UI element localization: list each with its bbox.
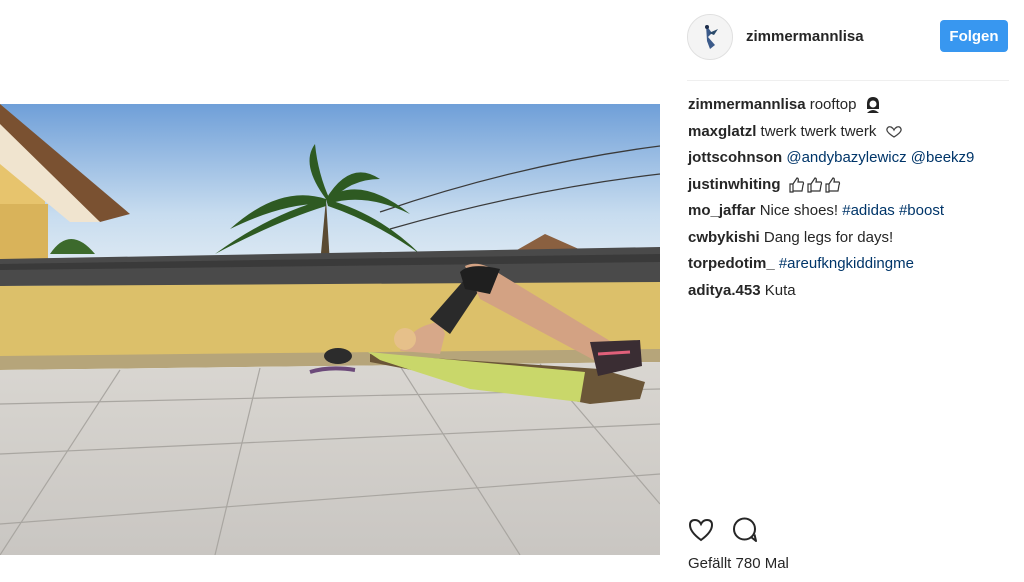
comment-username[interactable]: cwbykishi xyxy=(688,229,760,246)
post-side-panel: zimmermannlisa Folgen zimmermannlisa roo… xyxy=(660,0,1024,582)
comment-item: zimmermannlisa rooftop xyxy=(688,94,1008,121)
comment-text: twerk twerk twerk xyxy=(760,122,877,140)
comment-hashtag[interactable]: #adidas xyxy=(842,202,895,219)
avatar[interactable] xyxy=(687,14,733,60)
post-media-area xyxy=(0,0,660,582)
comment-text: Kuta xyxy=(764,281,796,299)
comment-item: maxglatzl twerk twerk twerk xyxy=(688,121,1008,148)
comment-item: jottscohnson @andybazylewicz @beekz9 xyxy=(688,147,1008,174)
comment-item: cwbykishi Dang legs for days! xyxy=(688,227,1008,254)
comment-item: aditya.453 Kuta xyxy=(688,280,1008,307)
heart-emoji-icon xyxy=(885,125,902,138)
comment-text: Dang legs for days! xyxy=(763,228,894,246)
comment-list: zimmermannlisa rooftop maxglatzl twerk t… xyxy=(688,94,1008,306)
post-username[interactable]: zimmermannlisa xyxy=(746,28,864,45)
comment-hashtag[interactable]: #boost xyxy=(899,202,944,219)
rooftop-yoga-photo xyxy=(0,104,660,555)
comment-username[interactable]: mo_jaffar xyxy=(688,202,756,219)
speech-bubble-icon xyxy=(733,517,757,542)
comment-mention[interactable]: @beekz9 xyxy=(911,149,975,166)
comment-hashtag[interactable]: #areufkngkiddingme xyxy=(779,255,914,272)
thumbs-up-emoji-icon xyxy=(789,176,840,193)
comment-button[interactable] xyxy=(731,516,759,544)
post-photo[interactable] xyxy=(0,104,660,555)
comment-item: justinwhiting xyxy=(688,174,1008,201)
comment-username[interactable]: maxglatzl xyxy=(688,123,756,140)
comment-username[interactable]: aditya.453 xyxy=(688,282,761,299)
comment-text: rooftop xyxy=(809,96,857,113)
like-button[interactable] xyxy=(687,516,715,544)
comment-username[interactable]: zimmermannlisa xyxy=(688,96,806,113)
comment-item: torpedotim_ #areufkngkiddingme xyxy=(688,253,1008,280)
follow-button[interactable]: Folgen xyxy=(940,20,1008,52)
bird-avatar-icon xyxy=(688,15,732,59)
comment-username[interactable]: torpedotim_ xyxy=(688,255,775,272)
header-divider xyxy=(687,80,1009,81)
comment-mention[interactable]: @andybazylewicz xyxy=(786,149,906,166)
heart-outline-icon xyxy=(688,518,714,542)
comment-username[interactable]: justinwhiting xyxy=(688,176,780,193)
woman-emoji-icon xyxy=(866,97,879,114)
like-count[interactable]: Gefällt 780 Mal xyxy=(688,555,789,572)
post-header: zimmermannlisa Folgen xyxy=(660,0,1024,80)
comment-text: Nice shoes! xyxy=(759,202,839,219)
comment-username[interactable]: jottscohnson xyxy=(688,149,782,166)
comment-item: mo_jaffar Nice shoes! #adidas #boost xyxy=(688,200,1008,227)
